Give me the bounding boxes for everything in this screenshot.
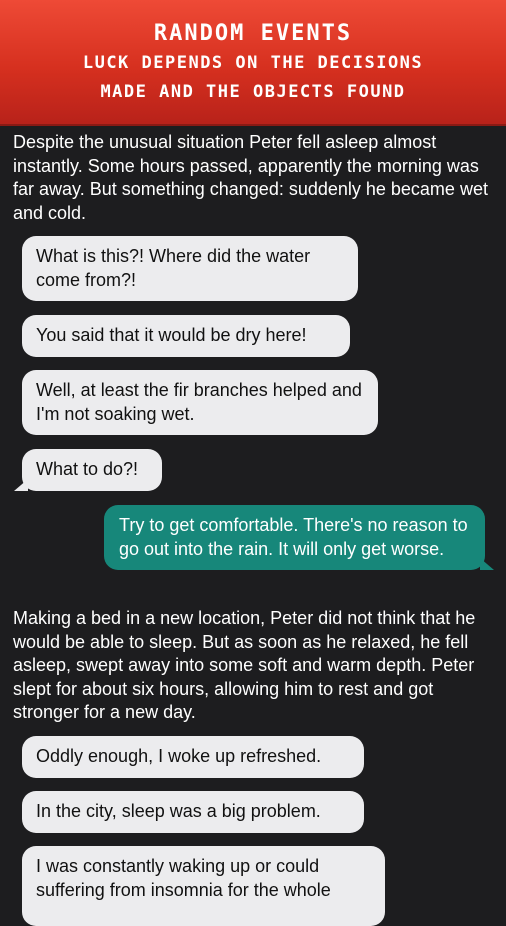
banner-subtitle-line2: made and the objects found: [100, 82, 406, 102]
message-text: You said that it would be dry here!: [36, 325, 307, 345]
title-banner: Random events Luck depends on the decisi…: [0, 0, 506, 126]
character-message: Oddly enough, I woke up refreshed.: [22, 736, 364, 778]
character-message: What is this?! Where did the water come …: [22, 236, 358, 301]
banner-subtitle-line1: Luck depends on the decisions: [82, 53, 424, 73]
message-text: What to do?!: [36, 459, 139, 479]
banner-title: Random events: [153, 21, 353, 46]
message-text: Well, at least the fir branches helped a…: [36, 380, 362, 424]
character-message: In the city, sleep was a big problem.: [22, 791, 364, 833]
character-message: I was constantly waking up or could suff…: [22, 846, 385, 926]
message-text: Oddly enough, I woke up refreshed.: [36, 746, 322, 766]
character-message: What to do?!: [14, 449, 162, 491]
message-text: What is this?! Where did the water come …: [36, 246, 311, 290]
narration-text: Making a bed in a new location, Peter di…: [13, 608, 476, 722]
character-message: Well, at least the fir branches helped a…: [22, 370, 378, 435]
player-choice-message: Try to get comfortable. There's no reaso…: [104, 505, 494, 570]
narration-text: Despite the unusual situation Peter fell…: [13, 132, 488, 223]
message-text: I was constantly waking up or could suff…: [36, 856, 331, 900]
character-message: You said that it would be dry here!: [22, 315, 350, 357]
bubble-tail: [480, 558, 494, 570]
message-text: Try to get comfortable. There's no reaso…: [119, 515, 468, 559]
bubble-tail: [14, 478, 28, 491]
message-text: In the city, sleep was a big problem.: [36, 801, 321, 821]
